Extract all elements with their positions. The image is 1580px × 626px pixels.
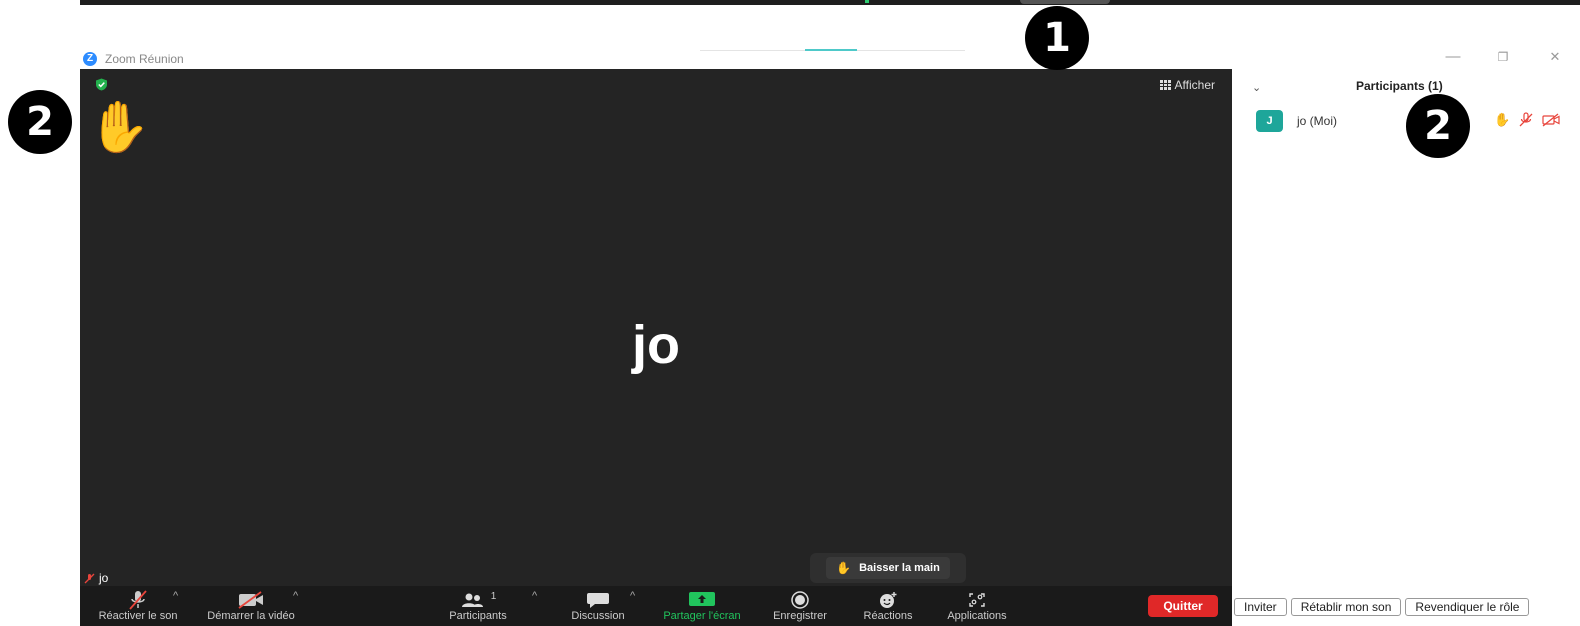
name-tag-label: jo: [99, 571, 109, 585]
participants-label: Participants: [449, 610, 507, 622]
unmute-label: Réactiver le son: [98, 610, 178, 622]
participants-count: 1: [490, 590, 497, 602]
applications-button[interactable]: Applications: [936, 586, 1018, 626]
panel-actions: Inviter Rétablir mon son Revendiquer le …: [1234, 598, 1530, 616]
raised-hand-icon: ✋: [88, 99, 151, 155]
share-screen-button[interactable]: Partager l'écran: [652, 586, 752, 626]
reactions-button[interactable]: Réactions: [848, 586, 928, 626]
annotation-badge-2: 2: [8, 90, 72, 154]
title-bar: Z Zoom Réunion — ❐ ✕: [80, 48, 1580, 69]
video-area: ✋ Afficher jo jo ✋ Baisser la main: [80, 69, 1232, 586]
panel-title: Participants (1): [1356, 79, 1443, 93]
share-screen-label: Partager l'écran: [663, 610, 741, 622]
video-off-icon: [1542, 113, 1560, 127]
participants-options-caret[interactable]: ^: [532, 590, 537, 602]
participant-name: jo (Moi): [1297, 114, 1338, 128]
lower-hand-button[interactable]: ✋ Baisser la main: [826, 557, 950, 579]
mic-muted-icon: [84, 573, 95, 583]
view-label: Afficher: [1174, 78, 1215, 92]
top-window-strip: [80, 0, 1580, 5]
reactions-icon: [848, 589, 928, 611]
participants-icon: 1: [438, 589, 518, 611]
annotation-badge-2b: 2: [1406, 94, 1470, 158]
claim-host-button[interactable]: Revendiquer le rôle: [1405, 598, 1530, 616]
lower-hand-container: ✋ Baisser la main: [810, 553, 966, 583]
participants-panel: ⌄ Participants (1) J jo (Moi) ✋ Inviter …: [1232, 69, 1580, 626]
unmute-me-button[interactable]: Rétablir mon son: [1290, 598, 1402, 616]
lower-hand-label: Baisser la main: [859, 562, 940, 574]
annotation-badge-1: 1: [1025, 6, 1089, 70]
restore-button[interactable]: ❐: [1491, 50, 1515, 64]
shield-icon[interactable]: [95, 78, 108, 91]
invite-button[interactable]: Inviter: [1234, 598, 1287, 616]
reactions-label: Réactions: [863, 610, 913, 622]
record-icon: [760, 589, 840, 611]
audio-options-caret[interactable]: ^: [173, 590, 178, 602]
participant-name-tag: jo: [84, 571, 108, 585]
video-off-icon: [196, 589, 306, 611]
chat-label: Discussion: [571, 610, 625, 622]
meeting-toolbar: Réactiver le son ^ Démarrer la vidéo ^ 1…: [80, 586, 1232, 626]
share-screen-icon: [652, 589, 752, 611]
start-video-button[interactable]: Démarrer la vidéo: [196, 586, 306, 626]
chat-button[interactable]: Discussion: [558, 586, 638, 626]
top-tab-handle[interactable]: [1020, 0, 1110, 4]
participant-name-display: jo: [632, 315, 680, 375]
applications-icon: [936, 589, 1018, 611]
participant-status-icons: ✋: [1494, 112, 1560, 128]
zoom-logo-icon: Z: [83, 52, 97, 66]
record-label: Enregistrer: [773, 610, 827, 622]
hand-icon: ✋: [836, 561, 852, 575]
view-button[interactable]: Afficher: [1159, 78, 1215, 92]
status-indicator: [865, 0, 869, 3]
window-title: Zoom Réunion: [105, 52, 184, 66]
record-button[interactable]: Enregistrer: [760, 586, 840, 626]
raised-hand-icon: ✋: [1494, 112, 1511, 127]
chat-icon: [558, 589, 638, 611]
video-options-caret[interactable]: ^: [293, 590, 298, 602]
participants-button[interactable]: 1 Participants: [438, 586, 518, 626]
collapse-chevron-icon[interactable]: ⌄: [1252, 81, 1261, 94]
grid-icon: [1159, 80, 1171, 90]
chat-options-caret[interactable]: ^: [630, 590, 635, 602]
tab-indicator: [700, 49, 965, 51]
quit-button[interactable]: Quitter: [1148, 595, 1218, 617]
applications-label: Applications: [947, 610, 1007, 622]
start-video-label: Démarrer la vidéo: [207, 610, 295, 622]
mic-muted-icon: [1519, 112, 1533, 127]
close-button[interactable]: ✕: [1543, 49, 1567, 65]
minimize-button[interactable]: —: [1441, 48, 1465, 65]
avatar: J: [1256, 110, 1283, 132]
